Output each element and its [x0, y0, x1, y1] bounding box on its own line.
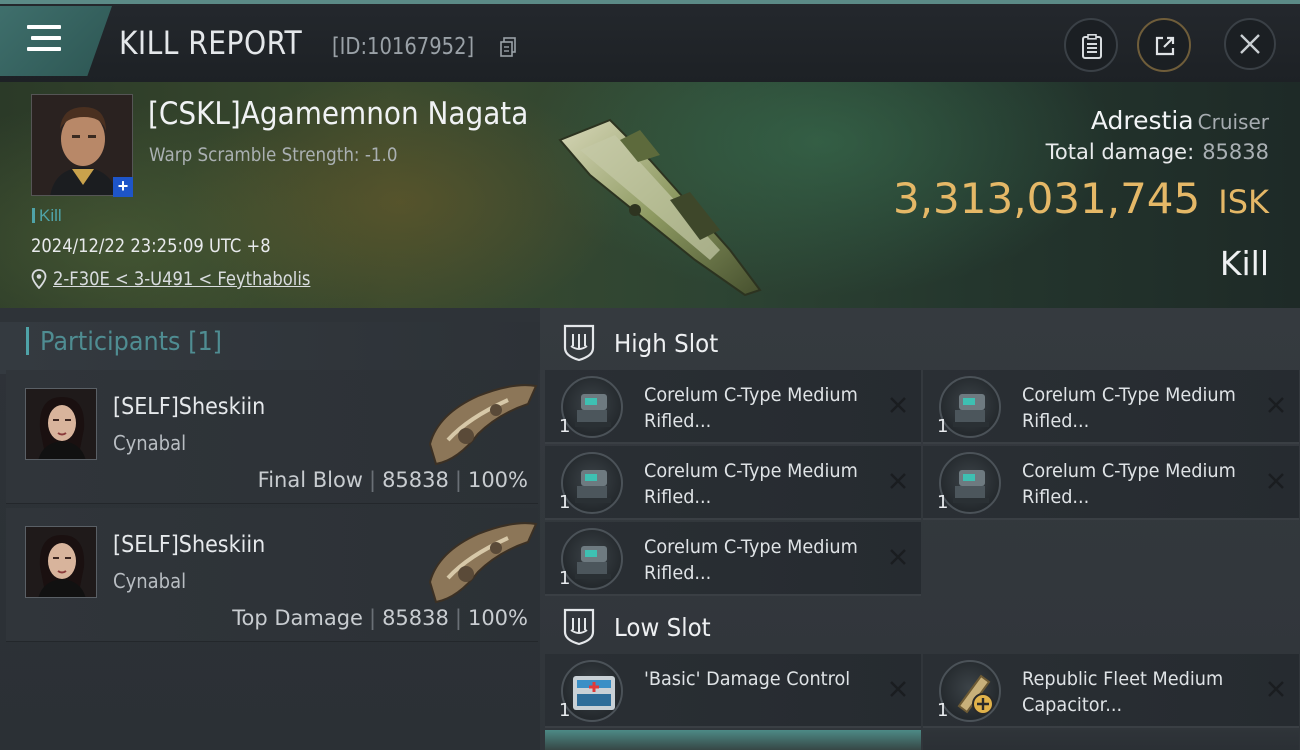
x-icon[interactable]	[887, 394, 909, 416]
participant-role: Final Blow	[257, 468, 363, 492]
participant-card[interactable]: [SELF]Sheskiin Cynabal Final Blow | 85838 |…	[6, 370, 538, 504]
participant-name[interactable]: [SELF]Sheskiin	[113, 532, 265, 558]
slot-shield-icon	[563, 324, 595, 362]
top-bar: KILL REPORT [ID:10167952]	[0, 0, 1300, 82]
warp-scramble-strength: Warp Scramble Strength: -1.0	[149, 144, 398, 166]
module-item[interactable]: 1 Corelum C-Type Medium Rifled...	[545, 370, 921, 444]
module-qty: 1	[559, 492, 571, 513]
ship-name-row: Adrestia Cruiser	[1091, 106, 1269, 135]
menu-icon[interactable]	[27, 25, 61, 53]
participant-avatar[interactable]	[25, 526, 97, 598]
victim-ship-image	[558, 118, 762, 297]
participant-role: Top Damage	[232, 606, 363, 630]
participant-percent: 100%	[467, 606, 528, 630]
x-icon[interactable]	[1265, 470, 1287, 492]
module-item-partial[interactable]	[545, 730, 921, 750]
participant-damage: 85838	[382, 606, 449, 630]
stats-separator: |	[454, 606, 462, 630]
x-icon[interactable]	[887, 678, 909, 700]
participant-name[interactable]: [SELF]Sheskiin	[113, 394, 265, 420]
kill-tag: Kill	[32, 206, 62, 226]
participant-avatar[interactable]	[25, 388, 97, 460]
module-name: 'Basic' Damage Control	[644, 668, 851, 690]
result-label: Kill	[1219, 244, 1269, 283]
module-name: Corelum C-Type Medium Rifled...	[644, 536, 858, 584]
high-slot-header: High Slot	[540, 316, 1300, 372]
share-icon	[1155, 36, 1175, 56]
participants-title: Participants [1]	[40, 327, 223, 357]
stats-separator: |	[368, 606, 377, 630]
module-qty: 1	[559, 416, 571, 437]
add-contact-badge[interactable]: +	[113, 177, 133, 197]
module-name: Corelum C-Type Medium Rifled...	[1022, 384, 1236, 432]
x-icon[interactable]	[887, 470, 909, 492]
participant-stats: Top Damage | 85838 | 100%	[232, 606, 528, 630]
module-qty: 1	[937, 700, 949, 721]
participant-damage: 85838	[382, 468, 449, 492]
participants-header: Participants [1]	[0, 322, 540, 374]
report-id: [ID:10167952]	[332, 34, 475, 60]
top-accent-line	[0, 0, 1300, 4]
module-name: Republic Fleet Medium Capacitor...	[1022, 668, 1224, 716]
module-name: Corelum C-Type Medium Rifled...	[1022, 460, 1236, 508]
participant-percent: 100%	[467, 468, 528, 492]
fittings-panel: High Slot 1 Corelum C-Type Medium Rifled…	[540, 308, 1300, 750]
copy-icon[interactable]	[500, 37, 517, 57]
clipboard-icon	[1082, 34, 1102, 59]
stats-separator: |	[368, 468, 377, 492]
x-icon[interactable]	[887, 546, 909, 568]
isk-loss: 3,313,031,745 ISK	[893, 174, 1269, 223]
x-icon[interactable]	[1265, 678, 1287, 700]
location-link[interactable]: 2-F30E < 3-U491 < Feythabolis	[53, 268, 310, 290]
total-damage-value: 85838	[1202, 140, 1269, 164]
module-item[interactable]: 1 Republic Fleet Medium Capacitor...	[923, 654, 1299, 728]
participant-stats: Final Blow | 85838 | 100%	[258, 468, 528, 492]
location-pin-icon	[31, 269, 47, 289]
module-item[interactable]: 1 Corelum C-Type Medium Rifled...	[923, 446, 1299, 520]
close-icon	[1240, 34, 1260, 54]
x-icon[interactable]	[1265, 394, 1287, 416]
victim-summary: + [CSKL]Agamemnon Nagata Warp Scramble S…	[0, 82, 1300, 308]
module-item[interactable]: 1 'Basic' Damage Control	[545, 654, 921, 728]
ship-name[interactable]: Adrestia	[1091, 106, 1194, 135]
module-qty: 1	[937, 416, 949, 437]
high-slot-title: High Slot	[614, 329, 719, 358]
module-item[interactable]: 1 Corelum C-Type Medium Rifled...	[923, 370, 1299, 444]
participants-accent-bar	[26, 327, 29, 355]
victim-name[interactable]: [CSKL]Agamemnon Nagata	[148, 96, 528, 132]
module-name: Corelum C-Type Medium Rifled...	[644, 384, 858, 432]
isk-value: 3,313,031,745	[892, 174, 1201, 223]
page-title: KILL REPORT	[119, 24, 303, 62]
module-name: Corelum C-Type Medium Rifled...	[644, 460, 858, 508]
low-slot-title: Low Slot	[614, 613, 711, 642]
participant-ship-image	[428, 384, 538, 466]
low-slot-header: Low Slot	[540, 600, 1300, 656]
stats-separator: |	[454, 468, 462, 492]
ship-class: Cruiser	[1197, 110, 1269, 134]
module-item[interactable]: 1 Corelum C-Type Medium Rifled...	[545, 522, 921, 596]
slot-shield-icon	[563, 608, 595, 646]
share-button[interactable]	[1137, 18, 1191, 72]
kill-datetime: 2024/12/22 23:25:09 UTC +8	[31, 235, 271, 257]
module-item-partial[interactable]	[923, 730, 1299, 750]
module-qty: 1	[937, 492, 949, 513]
total-damage: Total damage: 85838	[1046, 140, 1269, 164]
participant-ship: Cynabal	[113, 431, 187, 455]
module-item[interactable]: 1 Corelum C-Type Medium Rifled...	[545, 446, 921, 520]
isk-unit: ISK	[1218, 183, 1269, 221]
participants-panel: Participants [1] [SELF]Sheskiin Cynabal …	[0, 308, 540, 750]
module-qty: 1	[559, 700, 571, 721]
participant-ship: Cynabal	[113, 569, 187, 593]
participant-ship-image	[428, 522, 538, 604]
module-qty: 1	[559, 568, 571, 589]
close-button[interactable]	[1224, 18, 1276, 70]
participant-card[interactable]: [SELF]Sheskiin Cynabal Top Damage | 85838 |…	[6, 508, 538, 642]
total-damage-label: Total damage:	[1045, 140, 1195, 164]
clipboard-button[interactable]	[1064, 18, 1118, 72]
